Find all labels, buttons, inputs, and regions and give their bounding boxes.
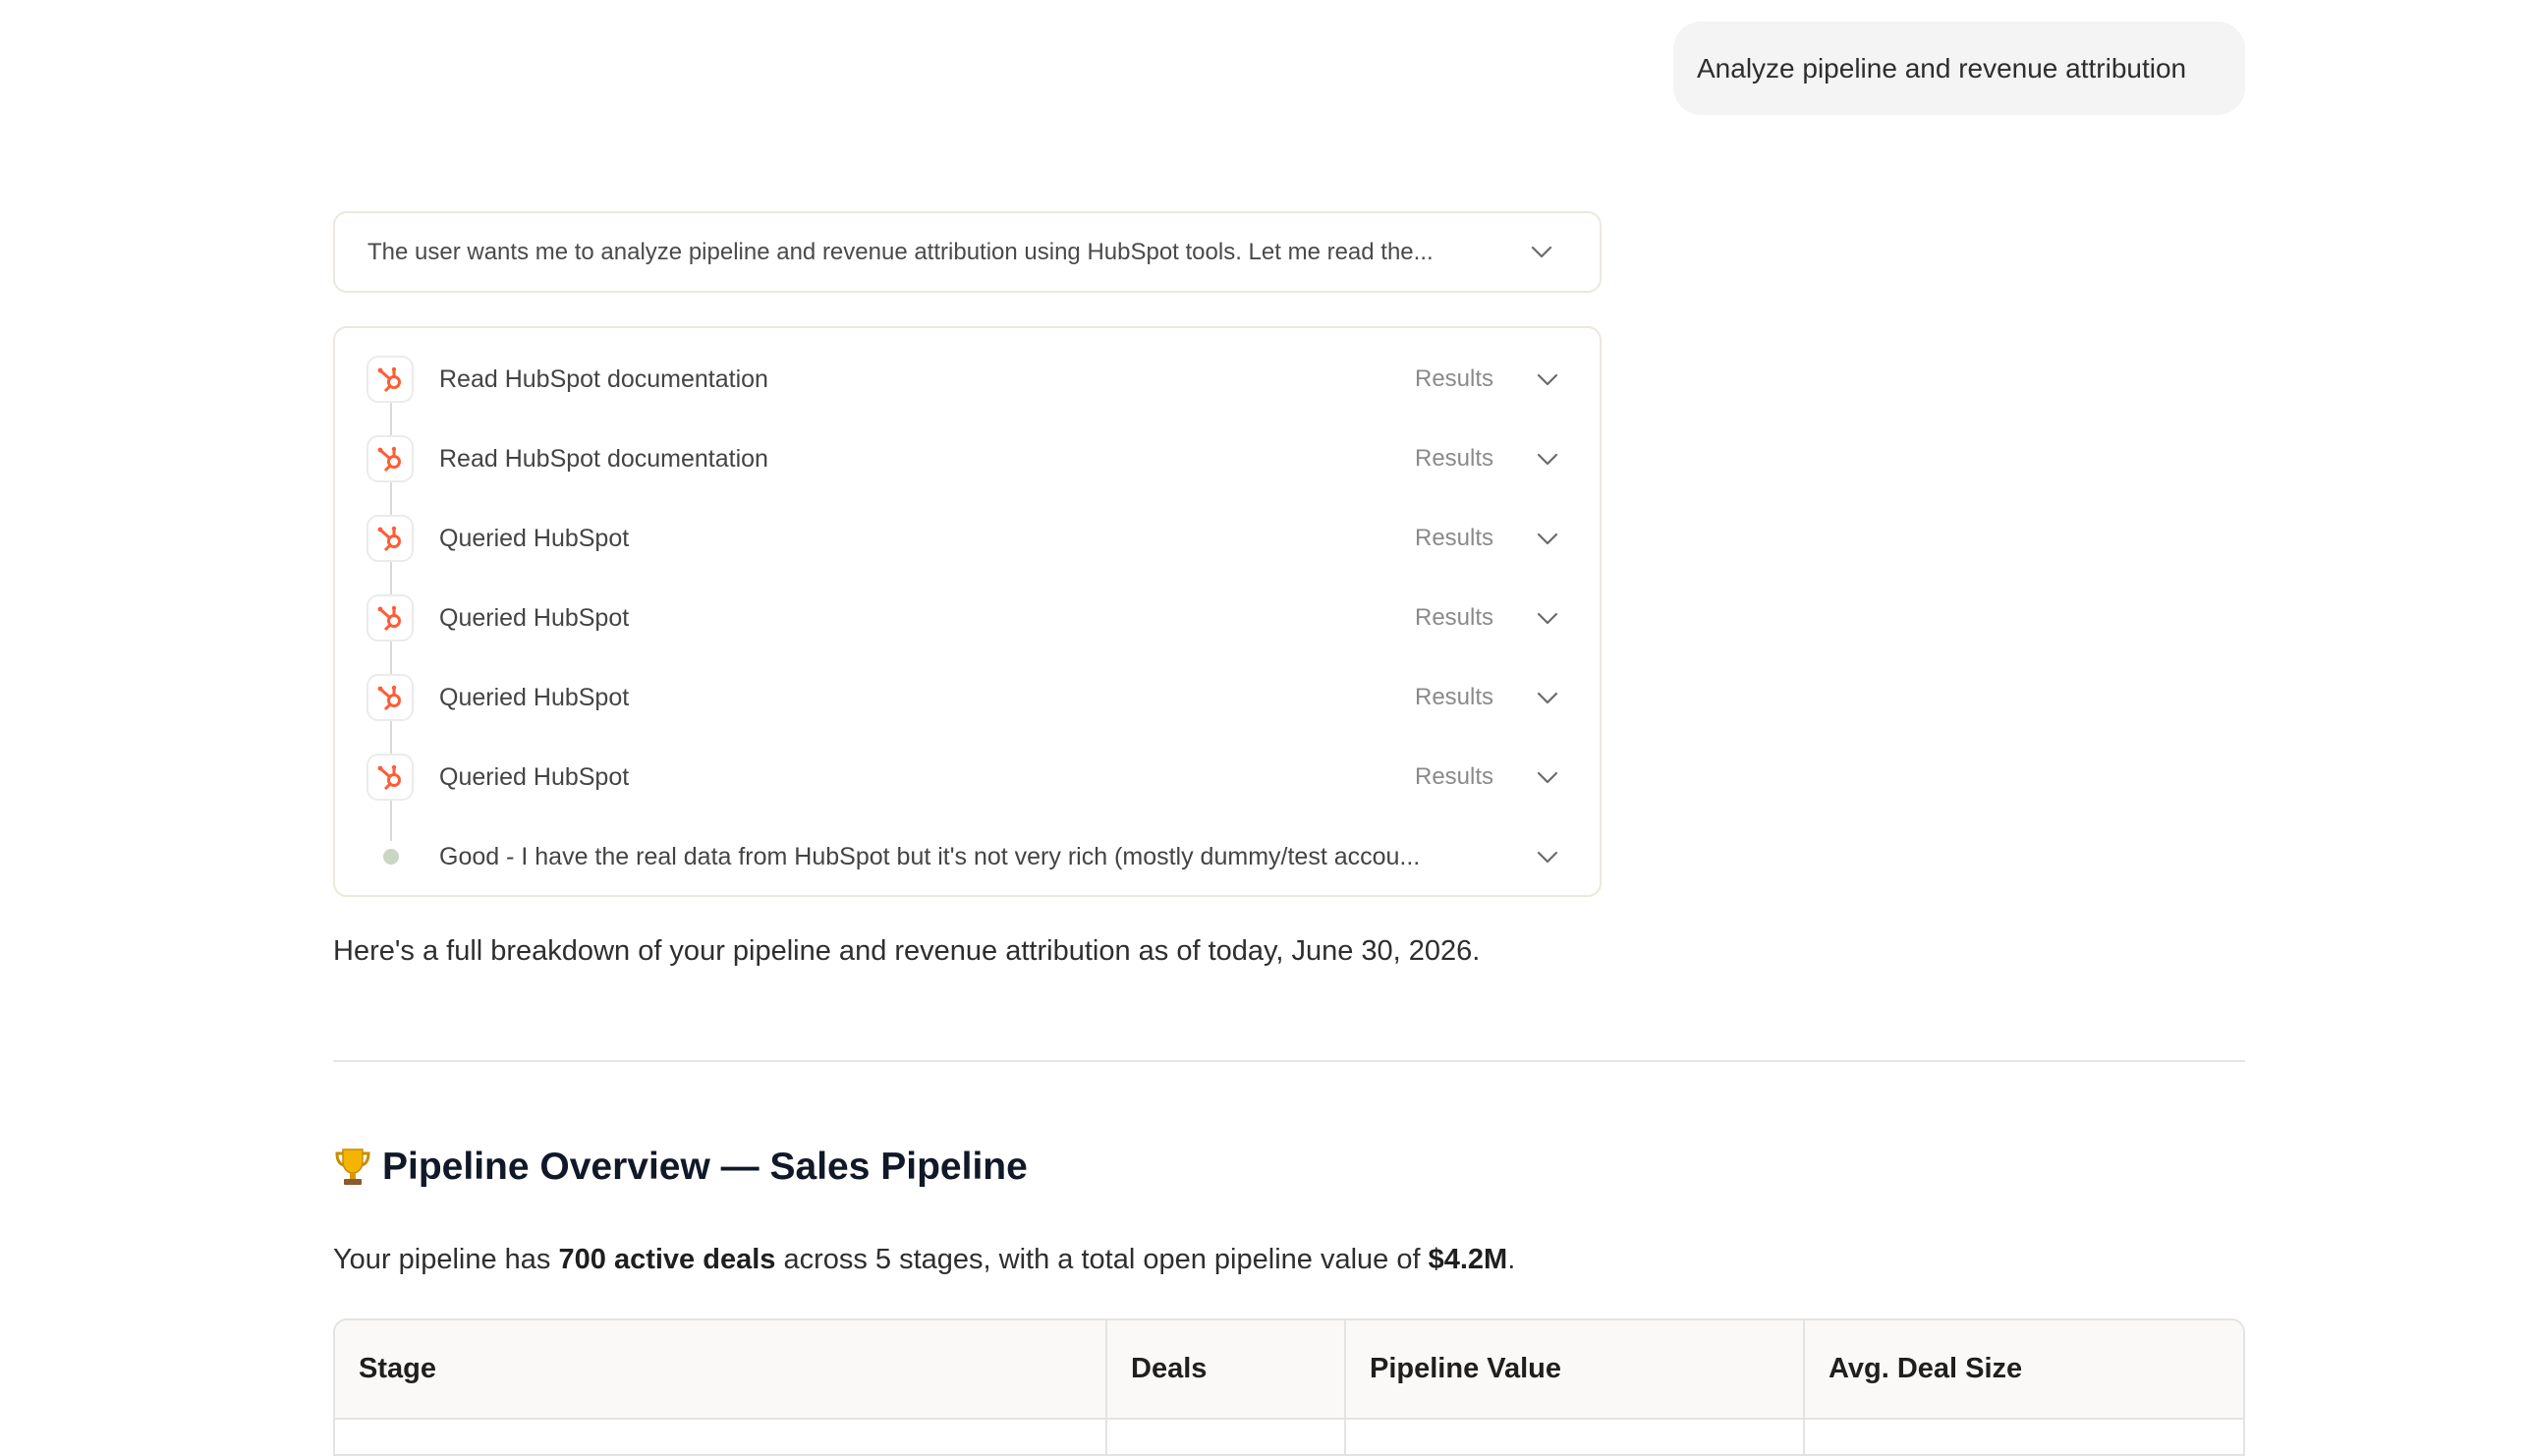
tool-step-label: Read HubSpot documentation — [439, 365, 768, 393]
section-divider — [333, 1060, 2245, 1062]
summary-deals: 700 active deals — [558, 1244, 776, 1275]
hubspot-icon — [366, 356, 414, 403]
thought-summary-toggle[interactable]: The user wants me to analyze pipeline an… — [333, 211, 1602, 293]
results-button[interactable]: Results — [1415, 525, 1493, 552]
chevron-down-icon[interactable] — [1537, 532, 1558, 546]
results-button[interactable]: Results — [1415, 445, 1493, 473]
thought-summary-text: The user wants me to analyze pipeline an… — [367, 238, 1434, 265]
tool-step[interactable]: Queried HubSpot Results — [335, 592, 1600, 651]
hubspot-icon — [366, 754, 414, 801]
tool-step[interactable]: Queried HubSpot Results — [335, 513, 1600, 572]
summary-value: $4.2M — [1428, 1244, 1508, 1275]
table-header-row: Stage Deals Pipeline Value Avg. Deal Siz… — [335, 1320, 2243, 1420]
column-divider — [1803, 1418, 1805, 1454]
trophy-icon — [333, 1146, 372, 1189]
user-message-text: Analyze pipeline and revenue attribution — [1697, 52, 2187, 84]
summary-text: Your pipeline has — [333, 1244, 559, 1275]
tool-step[interactable]: Queried HubSpot Results — [335, 672, 1600, 731]
tool-step[interactable]: Read HubSpot documentation Results — [335, 433, 1600, 492]
tool-step-label: Queried HubSpot — [439, 525, 630, 552]
tool-step-label: Read HubSpot documentation — [439, 445, 768, 473]
user-message-bubble: Analyze pipeline and revenue attribution — [1673, 22, 2245, 115]
tool-step-label: Queried HubSpot — [439, 763, 630, 791]
tool-step-label: Queried HubSpot — [439, 604, 630, 632]
chevron-down-icon[interactable] — [1537, 692, 1558, 705]
results-button[interactable]: Results — [1415, 365, 1493, 393]
column-header-stage: Stage — [335, 1320, 1107, 1418]
final-thought-step[interactable]: Good - I have the real data from HubSpot… — [335, 831, 1600, 890]
chevron-down-icon[interactable] — [1537, 771, 1558, 785]
tool-step[interactable]: Read HubSpot documentation Results — [335, 354, 1600, 413]
hubspot-icon — [366, 435, 414, 482]
section-heading: Pipeline Overview — Sales Pipeline — [333, 1146, 1028, 1189]
results-button[interactable]: Results — [1415, 763, 1493, 791]
chevron-down-icon[interactable] — [1537, 851, 1558, 865]
tool-step-label: Queried HubSpot — [439, 684, 630, 711]
tool-steps-card: Read HubSpot documentation Results Read … — [333, 326, 1602, 897]
column-header-deals: Deals — [1107, 1320, 1346, 1418]
column-header-pipeline-value: Pipeline Value — [1346, 1320, 1805, 1418]
tool-step[interactable]: Queried HubSpot Results — [335, 752, 1600, 811]
hubspot-icon — [366, 674, 414, 721]
chevron-down-icon[interactable] — [1537, 453, 1558, 467]
results-button[interactable]: Results — [1415, 684, 1493, 711]
pipeline-summary: Your pipeline has 700 active deals acros… — [333, 1244, 1515, 1276]
timeline-dot — [383, 849, 399, 865]
column-header-avg-deal-size: Avg. Deal Size — [1829, 1353, 2023, 1384]
results-button[interactable]: Results — [1415, 604, 1493, 632]
column-divider — [1105, 1418, 1107, 1454]
final-thought-text: Good - I have the real data from HubSpot… — [439, 843, 1421, 870]
summary-text: across 5 stages, with a total open pipel… — [775, 1244, 1429, 1275]
chevron-down-icon[interactable] — [1537, 612, 1558, 626]
section-title: Pipeline Overview — Sales Pipeline — [382, 1146, 1028, 1188]
intro-paragraph: Here's a full breakdown of your pipeline… — [333, 935, 1481, 967]
chevron-down-icon[interactable] — [1537, 373, 1558, 387]
chevron-down-icon — [1531, 246, 1552, 259]
hubspot-icon — [366, 515, 414, 562]
pipeline-table: Stage Deals Pipeline Value Avg. Deal Siz… — [333, 1318, 2245, 1456]
hubspot-icon — [366, 594, 414, 642]
column-divider — [1344, 1418, 1346, 1454]
summary-text: . — [1507, 1244, 1516, 1275]
